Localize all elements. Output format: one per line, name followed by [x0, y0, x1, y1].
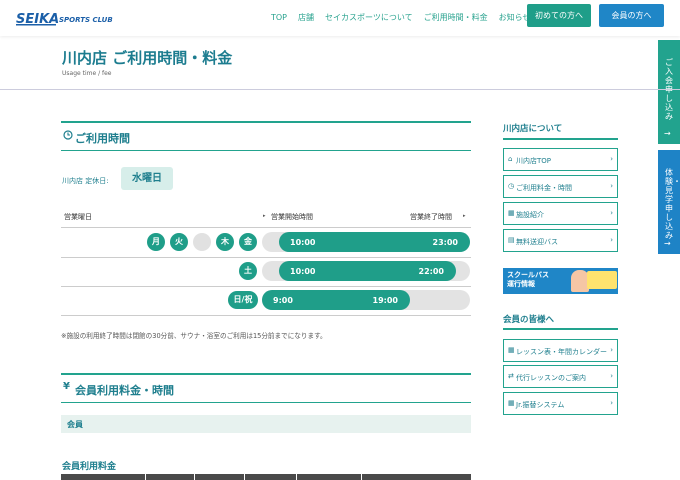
triangle-right-icon: ▸: [263, 213, 266, 219]
site-logo[interactable]: SEIKA SPORTS CLUB: [16, 9, 126, 27]
sidebar-rule: [503, 138, 618, 140]
sidebar-link-facilities[interactable]: ▦ 施設紹介 ›: [503, 202, 618, 225]
trial-application-label: 体験・見学申し込み: [665, 168, 680, 240]
sidebar-link-store-top[interactable]: ⌂ 川内店TOP ›: [503, 148, 618, 171]
sidebar-about-title: 川内店について: [503, 124, 563, 134]
holiday-badge: 水曜日: [121, 167, 173, 190]
site-header: SEIKA SPORTS CLUB TOP 店舗 セイカスポーツについて ご利用時間・…: [0, 0, 680, 36]
member-category-bar: 会員: [61, 415, 471, 433]
building-icon: ▦: [508, 209, 515, 217]
day-fri: 金: [239, 233, 257, 251]
triangle-right-icon: ▸: [463, 213, 466, 219]
day-thu: 木: [216, 233, 234, 251]
end-time: 22:00: [418, 267, 444, 276]
row-divider: [61, 227, 471, 228]
col-header-start: 営業開始時間: [271, 213, 313, 221]
hours-heading: ご利用時間: [75, 132, 130, 145]
sidebar-link-label: レッスン表・年間カレンダー: [516, 348, 607, 356]
nav-stores[interactable]: 店舗: [298, 13, 314, 22]
start-time: 10:00: [290, 267, 316, 276]
school-bus-banner[interactable]: スクールバス 運行情報: [503, 268, 618, 294]
col-header-day: 営業曜日: [64, 213, 92, 221]
chevron-right-icon: ›: [610, 236, 613, 244]
fees-heading: 会員利用料金・時間: [75, 384, 174, 397]
row-divider: [61, 257, 471, 258]
sidebar-link-jr-transfer[interactable]: ▦ Jr.振替システム ›: [503, 392, 618, 415]
hours-section-header: ご利用時間: [61, 121, 471, 151]
trial-application-tab[interactable]: 体験・見学申し込み →: [658, 150, 680, 254]
nav-top[interactable]: TOP: [271, 13, 287, 22]
sidebar-members-title: 会員の皆様へ: [503, 315, 555, 325]
svg-text:SPORTS CLUB: SPORTS CLUB: [59, 16, 113, 24]
fee-table-header: [61, 474, 471, 480]
member-button[interactable]: 会員の方へ: [599, 4, 664, 27]
hours-bar-weekday: 10:00 23:00: [279, 232, 470, 252]
calendar-icon: ▦: [508, 346, 515, 354]
sidebar-link-label: 代行レッスンのご案内: [516, 374, 586, 382]
sidebar-link-label: 施設紹介: [516, 211, 544, 219]
home-icon: ⌂: [508, 155, 513, 163]
first-time-button[interactable]: 初めての方へ: [527, 4, 591, 27]
clock-icon: ◷: [508, 182, 515, 190]
fee-table-title: 会員利用料金: [62, 462, 117, 472]
bus-icon: ▤: [508, 236, 515, 244]
chevron-right-icon: ›: [610, 182, 613, 190]
page-title-area: 川内店 ご利用時間・料金 Usage time / fee: [0, 36, 680, 90]
chevron-right-icon: ›: [610, 155, 613, 163]
sidebar-link-bus[interactable]: ▤ 無料送迎バス ›: [503, 229, 618, 252]
hours-note: ※施設の利用終了時間は閉館の30分前、サウナ・浴室のご利用は15分前までになりま…: [61, 332, 327, 340]
arrow-right-icon: →: [664, 239, 671, 248]
day-sun-holiday: 日/祝: [228, 291, 258, 309]
col-header-end: 営業終了時間: [410, 213, 452, 221]
clock-icon: [63, 130, 73, 140]
banner-illustration: [587, 271, 617, 289]
sidebar-link-substitute-lesson[interactable]: ⇄ 代行レッスンのご案内 ›: [503, 365, 618, 388]
sidebar-link-label: Jr.振替システム: [516, 401, 565, 409]
chevron-right-icon: ›: [610, 346, 613, 354]
sidebar-link-hours-fees[interactable]: ◷ ご利用料金・時間 ›: [503, 175, 618, 198]
row-divider: [61, 286, 471, 287]
calendar-icon: ▦: [508, 399, 515, 407]
day-wed-closed: [193, 233, 211, 251]
day-mon: 月: [147, 233, 165, 251]
global-nav: TOP 店舗 セイカスポーツについて ご利用時間・料金 お知らせ: [271, 12, 541, 23]
arrow-right-icon: →: [664, 129, 671, 138]
day-sat: 土: [239, 262, 257, 280]
sidebar-link-label: 川内店TOP: [516, 157, 552, 165]
banner-text: スクールバス 運行情報: [507, 271, 549, 288]
nav-hours-fees[interactable]: ご利用時間・料金: [424, 13, 488, 22]
fees-section-header: ¥ 会員利用料金・時間: [61, 373, 471, 403]
nav-about[interactable]: セイカスポーツについて: [325, 13, 413, 22]
chevron-right-icon: ›: [610, 399, 613, 407]
holiday-label: 川内店 定休日:: [62, 177, 109, 185]
sidebar-rule: [503, 328, 618, 330]
chevron-right-icon: ›: [610, 209, 613, 217]
sidebar-link-label: ご利用料金・時間: [516, 184, 572, 192]
row-divider: [61, 315, 471, 316]
start-time: 10:00: [290, 238, 316, 247]
nav-news[interactable]: お知らせ: [499, 13, 531, 22]
yen-icon: ¥: [63, 381, 70, 392]
page-subtitle: Usage time / fee: [62, 70, 112, 77]
swap-icon: ⇄: [508, 372, 514, 380]
chevron-right-icon: ›: [610, 372, 613, 380]
sidebar-link-lesson-calendar[interactable]: ▦ レッスン表・年間カレンダー ›: [503, 339, 618, 362]
end-time: 23:00: [432, 238, 458, 247]
start-time: 9:00: [273, 296, 293, 305]
day-tue: 火: [170, 233, 188, 251]
sidebar-link-label: 無料送迎バス: [516, 238, 558, 246]
page-title: 川内店 ご利用時間・料金: [62, 49, 233, 67]
hours-bar-sunday: 9:00 19:00: [262, 290, 410, 310]
member-category-label: 会員: [67, 420, 83, 429]
end-time: 19:00: [372, 296, 398, 305]
hours-bar-saturday: 10:00 22:00: [279, 261, 456, 281]
